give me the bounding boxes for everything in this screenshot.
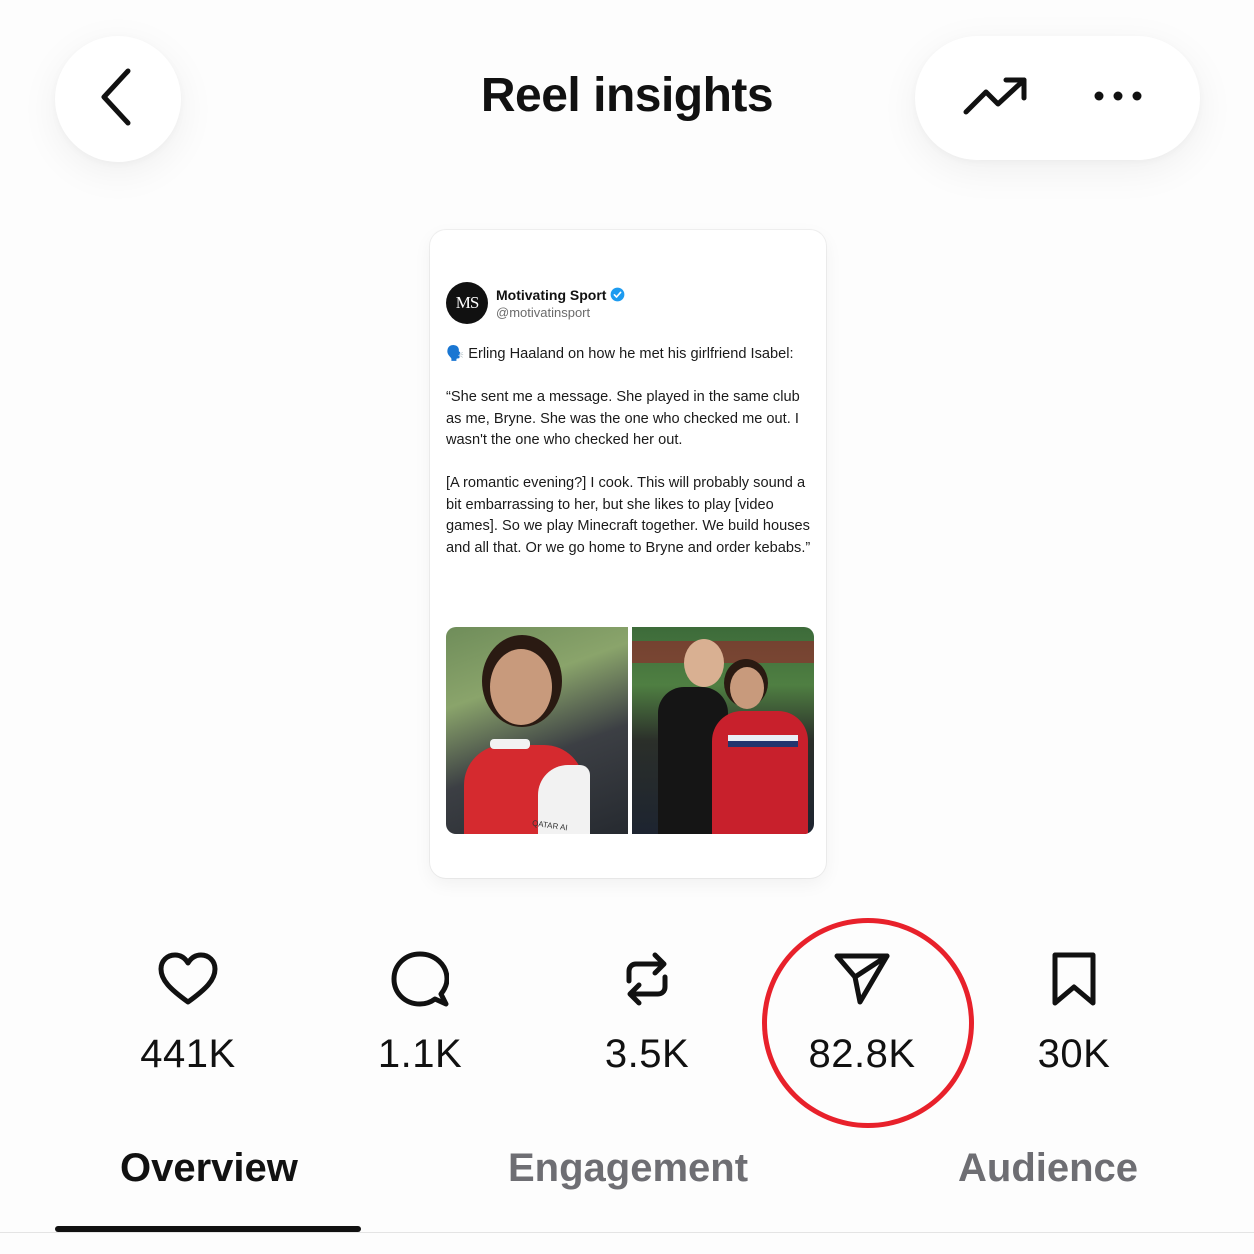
post-photos: QATAR AI bbox=[446, 627, 814, 834]
comment-icon bbox=[320, 948, 520, 1010]
bookmark-icon bbox=[974, 948, 1174, 1010]
header-actions bbox=[915, 36, 1200, 160]
photo-woman-in-car: QATAR AI bbox=[446, 627, 628, 834]
verified-badge-icon bbox=[610, 287, 625, 302]
reel-preview[interactable]: MS Motivating Sport @motivatinsport 🗣️ E… bbox=[430, 230, 826, 878]
post-header: MS Motivating Sport @motivatinsport bbox=[446, 282, 625, 324]
stat-shares[interactable]: 82.8K bbox=[762, 948, 962, 1077]
repost-icon bbox=[547, 948, 747, 1010]
tab-divider bbox=[0, 1232, 1254, 1233]
more-options-button[interactable] bbox=[1073, 53, 1163, 143]
shares-count: 82.8K bbox=[808, 1032, 916, 1076]
ellipsis-icon bbox=[1093, 89, 1143, 108]
reposts-count: 3.5K bbox=[604, 1032, 690, 1076]
comments-count: 1.1K bbox=[377, 1032, 463, 1076]
post-text: 🗣️ Erling Haaland on how he met his girl… bbox=[446, 346, 811, 556]
send-icon bbox=[762, 948, 962, 1010]
stat-comments[interactable]: 1.1K bbox=[320, 948, 520, 1077]
trending-up-icon bbox=[962, 74, 1032, 123]
account-name: Motivating Sport bbox=[496, 286, 607, 303]
tab-engagement[interactable]: Engagement bbox=[508, 1146, 748, 1191]
account-handle: @motivatinsport bbox=[496, 304, 591, 320]
stat-likes[interactable]: 441K bbox=[88, 948, 288, 1077]
avatar: MS bbox=[446, 282, 488, 324]
likes-count: 441K bbox=[140, 1032, 236, 1076]
stat-saves[interactable]: 30K bbox=[974, 948, 1174, 1077]
trends-button[interactable] bbox=[952, 53, 1042, 143]
tab-audience[interactable]: Audience bbox=[958, 1146, 1138, 1191]
photo-couple-stadium bbox=[632, 627, 814, 834]
saves-count: 30K bbox=[1037, 1032, 1111, 1076]
stat-reposts[interactable]: 3.5K bbox=[547, 948, 747, 1077]
heart-icon bbox=[88, 948, 288, 1010]
tab-overview[interactable]: Overview bbox=[120, 1146, 298, 1191]
